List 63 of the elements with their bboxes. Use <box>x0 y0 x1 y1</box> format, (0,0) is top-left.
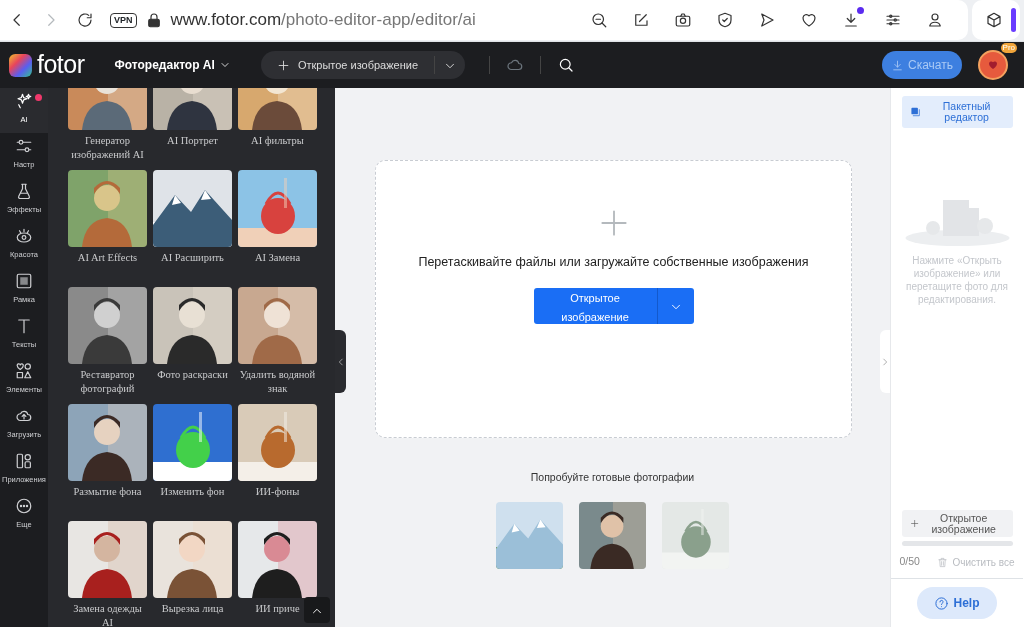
tool-label: AI Art Effects <box>76 251 139 265</box>
heart-icon <box>987 59 999 71</box>
tool-label: Фото раскраски <box>156 368 229 382</box>
flask-icon <box>15 182 33 200</box>
drop-zone[interactable]: Перетаскивайте файлы или загружайте собственные изображения Открытое изображение <box>375 160 852 438</box>
collapse-handle[interactable] <box>335 330 346 393</box>
sparkle-icon <box>15 92 33 110</box>
question-icon <box>934 595 950 611</box>
expand-handle[interactable] <box>880 330 890 393</box>
tool-label: AI фильтры <box>250 134 305 148</box>
tool-label: Вырезка лица <box>160 602 225 616</box>
samples-title: Попробуйте готовые фотографии <box>530 470 695 485</box>
apps-icon <box>15 452 33 470</box>
tool-label: AI Расширить <box>160 251 225 265</box>
empty-state-text: Нажмите «Открыть изображение» или перетащите фото для редактирования. <box>905 254 1009 306</box>
shield-icon[interactable] <box>716 11 734 29</box>
send-icon[interactable] <box>758 11 776 29</box>
profile-icon[interactable] <box>926 11 944 29</box>
vpn-badge[interactable]: VPN <box>110 12 137 28</box>
tool-label: ИИ приче <box>254 602 301 616</box>
edit-icon[interactable] <box>632 11 650 29</box>
heart-icon[interactable] <box>800 11 818 29</box>
shapes-icon <box>15 362 33 380</box>
tool-label: Реставратор фотографий <box>79 368 136 396</box>
frame-icon <box>15 272 33 290</box>
trash-icon <box>937 556 949 568</box>
download-icon[interactable] <box>842 11 860 29</box>
tool-label: Удалить водяной знак <box>238 368 317 396</box>
drop-hint: Перетаскивайте файлы или загружайте собственные изображения <box>418 254 809 271</box>
plus-icon <box>599 209 628 237</box>
more-icon <box>15 497 33 515</box>
tab-indicator <box>1011 8 1016 32</box>
tool-label: Размытие фона <box>72 485 143 499</box>
text-icon <box>15 317 33 335</box>
layers-icon <box>909 105 921 119</box>
dropdown-button[interactable] <box>656 287 694 324</box>
cube-icon[interactable] <box>985 11 1003 29</box>
tool-label: Изменить фон <box>159 485 226 499</box>
help-button[interactable]: Help <box>917 587 997 619</box>
address-bar-url[interactable]: www.fotor.com/photo-editor-app/editor/ai <box>170 7 476 33</box>
zoom-out-icon[interactable] <box>590 11 608 29</box>
download-icon <box>891 58 904 72</box>
plus-icon <box>276 58 290 72</box>
camera-icon[interactable] <box>674 11 692 29</box>
logo-text: fotor <box>37 49 85 81</box>
tool-label: ИИ-фоны <box>254 485 301 499</box>
tool-label: AI Портрет <box>166 134 219 148</box>
pro-badge: Pro <box>1000 43 1017 53</box>
open-image-button[interactable]: Открытое изображение <box>901 510 1013 538</box>
eye-icon <box>15 227 33 245</box>
tool-label: Генератор изображений AI <box>70 134 145 162</box>
chevron-right-icon <box>880 357 890 368</box>
open-image-button[interactable]: Открытое изображение <box>260 55 435 75</box>
open-image-button[interactable]: Открытое изображение <box>533 287 657 324</box>
reload-icon[interactable] <box>76 11 94 29</box>
batch-editor-button[interactable]: Пакетный редактор <box>901 96 1013 128</box>
tool-label: AI Замена <box>253 251 302 265</box>
tool-label: Замена одежды AI <box>72 602 143 627</box>
mode-menu[interactable]: Фоторедактор AI <box>108 55 237 75</box>
logo-icon <box>8 52 33 78</box>
sliders-icon <box>15 137 33 155</box>
avatar[interactable] <box>978 50 1008 80</box>
image-counter: 0/50 <box>899 554 920 570</box>
